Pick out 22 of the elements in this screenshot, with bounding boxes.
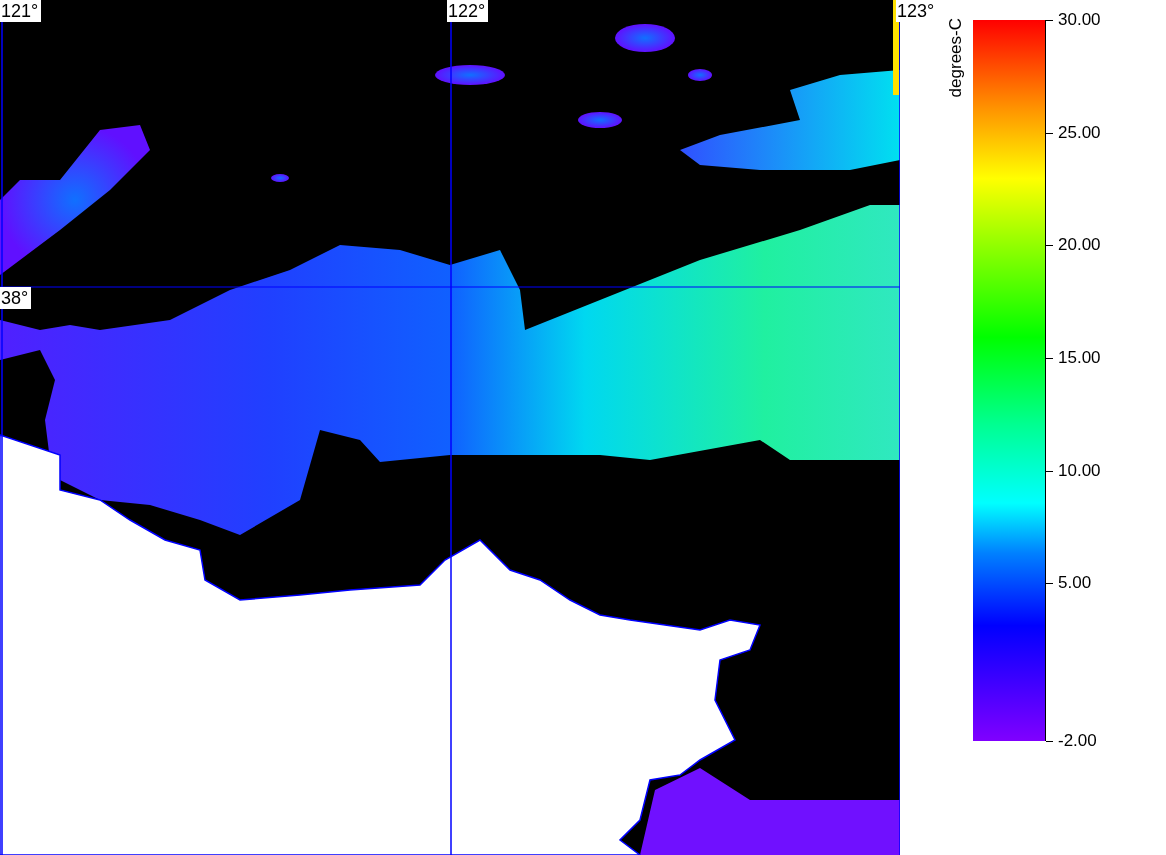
temperature-patch bbox=[271, 174, 289, 182]
latitude-label: 38° bbox=[0, 287, 32, 309]
unit-label: degrees-C bbox=[946, 18, 966, 98]
tick-mark bbox=[1046, 245, 1053, 247]
temperature-patch bbox=[435, 65, 505, 85]
tick-mark bbox=[1046, 357, 1053, 359]
temperature-patch bbox=[578, 112, 622, 128]
tick-mark bbox=[1046, 741, 1053, 742]
tick-label: 20.00 bbox=[1058, 234, 1101, 257]
tick-mark bbox=[1046, 470, 1053, 472]
tick-label: 15.00 bbox=[1058, 346, 1101, 369]
tick-label: 5.00 bbox=[1058, 572, 1092, 595]
tick-label: 25.00 bbox=[1058, 121, 1101, 144]
tick-label: -2.00 bbox=[1058, 730, 1097, 752]
temperature-patch bbox=[615, 24, 675, 52]
tick-label: 10.00 bbox=[1058, 459, 1101, 482]
longitude-label: 122° bbox=[447, 0, 489, 22]
tick-mark bbox=[1046, 132, 1053, 134]
tick-mark bbox=[1046, 20, 1053, 21]
longitude-label: 121° bbox=[0, 0, 42, 22]
tick-mark bbox=[1046, 583, 1053, 585]
tick-label: 30.00 bbox=[1058, 9, 1101, 31]
